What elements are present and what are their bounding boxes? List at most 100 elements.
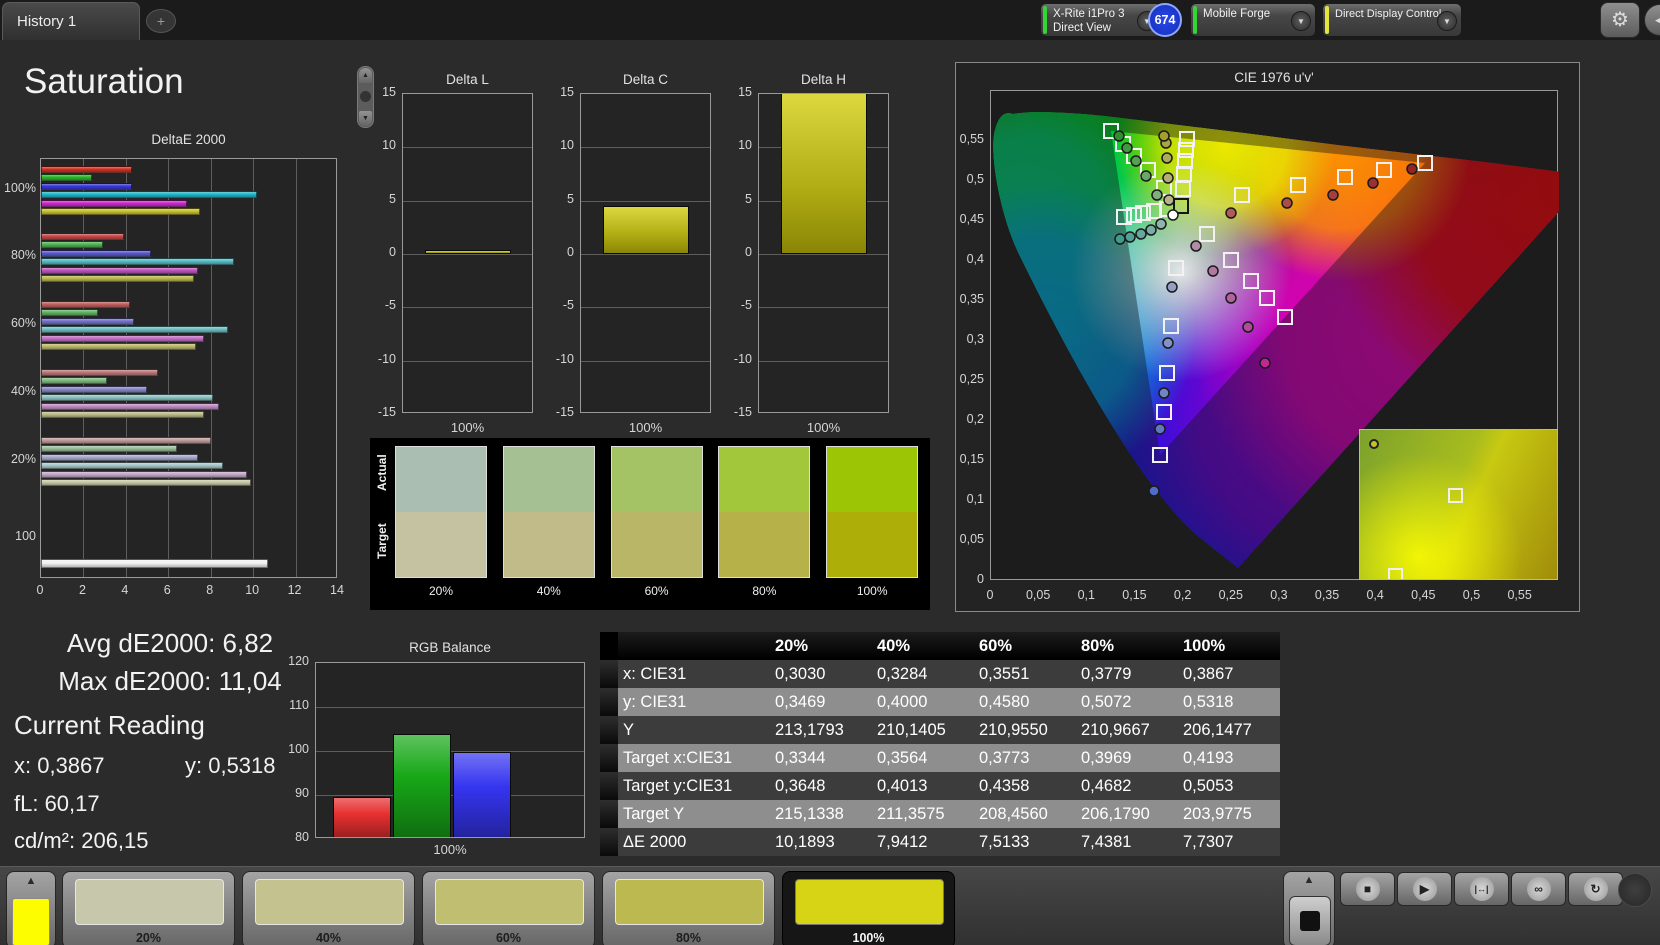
measurement-count-badge[interactable]: 674 — [1148, 3, 1182, 37]
table-value: 0,3564 — [872, 744, 974, 772]
refresh-icon: ↻ — [1583, 877, 1608, 901]
table-row: Target x:CIE31 0,3344 0,3564 0,3773 0,3969 0,… — [600, 744, 1280, 772]
patch-swatch — [75, 879, 224, 925]
meter-status-stripe — [1043, 6, 1047, 34]
patch-button-20%[interactable]: 20% — [62, 871, 235, 945]
delta-y-tick: 5 — [745, 191, 752, 206]
meter-instrument[interactable]: X-Rite i1Pro 3 Direct View ▼ — [1040, 3, 1162, 37]
cie-measured-green — [1130, 155, 1142, 167]
deltae-bar-20%-1 — [41, 445, 177, 453]
deltae-bar-100%-5 — [41, 208, 201, 215]
delta-y-tick: -5 — [740, 298, 752, 313]
pattern-window-button[interactable] — [1289, 896, 1331, 945]
delta-bar — [425, 250, 511, 254]
patch-button-60%[interactable]: 60% — [422, 871, 595, 945]
collapse-panel-icon[interactable]: ◀ — [1644, 4, 1660, 36]
deltae-bar-20%-5 — [41, 479, 252, 486]
actual-swatch-40% — [502, 446, 595, 512]
table-value: 0,3551 — [974, 660, 1076, 688]
gridline — [759, 360, 888, 362]
table-value: 0,4358 — [974, 772, 1076, 800]
chevron-down-icon[interactable]: ▼ — [1437, 11, 1457, 31]
swatch-column-label: 100% — [856, 584, 888, 598]
table-gutter — [600, 800, 618, 828]
table-row-label: y: CIE31 — [618, 688, 770, 716]
meter-display-control[interactable]: Direct Display Control ▼ — [1322, 3, 1462, 37]
table-col-header: 40% — [877, 637, 911, 655]
current-patch-control[interactable]: ▲ — [6, 871, 56, 945]
patch-up-icon[interactable]: ▲ — [7, 875, 55, 887]
deltae-bar-100%-3 — [41, 191, 258, 199]
deltae-group-label: 20% — [10, 452, 36, 466]
rgb-balance-chart — [315, 662, 585, 838]
table-value: 0,5053 — [1178, 772, 1280, 800]
patch-label: 60% — [495, 931, 522, 945]
deltae-bar-40%-1 — [41, 377, 107, 385]
playlist-up-icon[interactable]: ▲ — [1284, 874, 1334, 886]
add-tab-button[interactable]: + — [146, 9, 176, 33]
delta-chart-delta-h — [758, 93, 889, 413]
deltae-bar-40%-0 — [41, 369, 158, 376]
spinner-knob[interactable] — [360, 91, 371, 102]
current-patch-color — [12, 898, 50, 945]
cie-measured-green — [1121, 142, 1133, 154]
table-value: 0,3344 — [770, 744, 872, 772]
chevron-down-icon[interactable]: ▼ — [1291, 11, 1311, 31]
deltae-x-tick: 4 — [121, 583, 129, 597]
table-value: 211,3575 — [872, 800, 974, 828]
table-header-spacer — [618, 632, 770, 660]
refresh-button[interactable]: ↻ — [1568, 872, 1623, 906]
meter-status-stripe — [1325, 6, 1329, 34]
actual-swatch-20% — [395, 446, 487, 512]
page-title: Saturation — [24, 62, 184, 101]
swatch-column-label: 80% — [752, 584, 777, 598]
step-button[interactable]: |↔| — [1454, 872, 1509, 906]
deltae-bar-20%-2 — [41, 453, 198, 461]
play-button[interactable]: ▶ — [1397, 872, 1452, 906]
deltae-bar-20%-3 — [41, 462, 224, 470]
cie-measured-blue — [1158, 387, 1170, 399]
patch-button-40%[interactable]: 40% — [242, 871, 415, 945]
table-row-label: x: CIE31 — [618, 660, 770, 688]
patch-swatch — [435, 879, 584, 925]
meter-source[interactable]: Mobile Forge ▼ — [1190, 3, 1316, 37]
deltae-bar-80%-4 — [41, 266, 198, 274]
table-value: 210,1405 — [872, 716, 974, 744]
cie-measured-magenta — [1259, 357, 1271, 369]
spinner-up-icon[interactable]: ▲ — [359, 68, 372, 83]
delta-y-tick: -5 — [384, 298, 396, 313]
gridline — [295, 159, 297, 577]
deltae-chart-title: DeltaE 2000 — [151, 132, 226, 147]
cie-measured-red — [1406, 163, 1418, 175]
swatch-strip — [370, 438, 930, 610]
delta-y-tick: 0 — [745, 245, 752, 259]
table-value: 7,4381 — [1076, 828, 1178, 856]
table-row: ΔE 2000 10,1893 7,9412 7,5133 7,4381 7,7307 — [600, 828, 1280, 856]
spinner-down-icon[interactable]: ▼ — [359, 111, 372, 126]
patch-button-100%[interactable]: 100% — [782, 871, 955, 945]
delta-y-tick: -15 — [377, 405, 396, 419]
deltae-bar-40%-2 — [41, 385, 148, 393]
table-col-header: 60% — [979, 637, 1013, 655]
table-value: 206,1790 — [1076, 800, 1178, 828]
delta-y-tick: 15 — [738, 85, 752, 99]
table-value: 0,5072 — [1076, 688, 1178, 716]
deltae-x-tick: 6 — [163, 583, 171, 597]
deltae-chart — [40, 158, 337, 578]
patch-button-80%[interactable]: 80% — [602, 871, 775, 945]
loop-button[interactable]: ∞ — [1511, 872, 1566, 906]
meter-line1: X-Rite i1Pro 3 — [1053, 8, 1125, 20]
gridline — [759, 254, 888, 255]
gear-icon[interactable]: ⚙ — [1600, 2, 1640, 38]
playlist-control: ▲ — [1283, 871, 1335, 945]
delta-bar — [603, 206, 689, 254]
swatch-column-label: 40% — [536, 584, 561, 598]
table-value: 7,7307 — [1178, 828, 1280, 856]
swatch-column-label: 20% — [428, 584, 454, 598]
tab-history-1[interactable]: History 1 — [2, 2, 140, 40]
deltae-bar-60%-0 — [41, 301, 131, 308]
gridline — [581, 254, 710, 255]
table-value: 206,1477 — [1178, 716, 1280, 744]
delta-y-tick: 10 — [738, 138, 752, 153]
stop-button[interactable]: ■ — [1340, 872, 1395, 906]
